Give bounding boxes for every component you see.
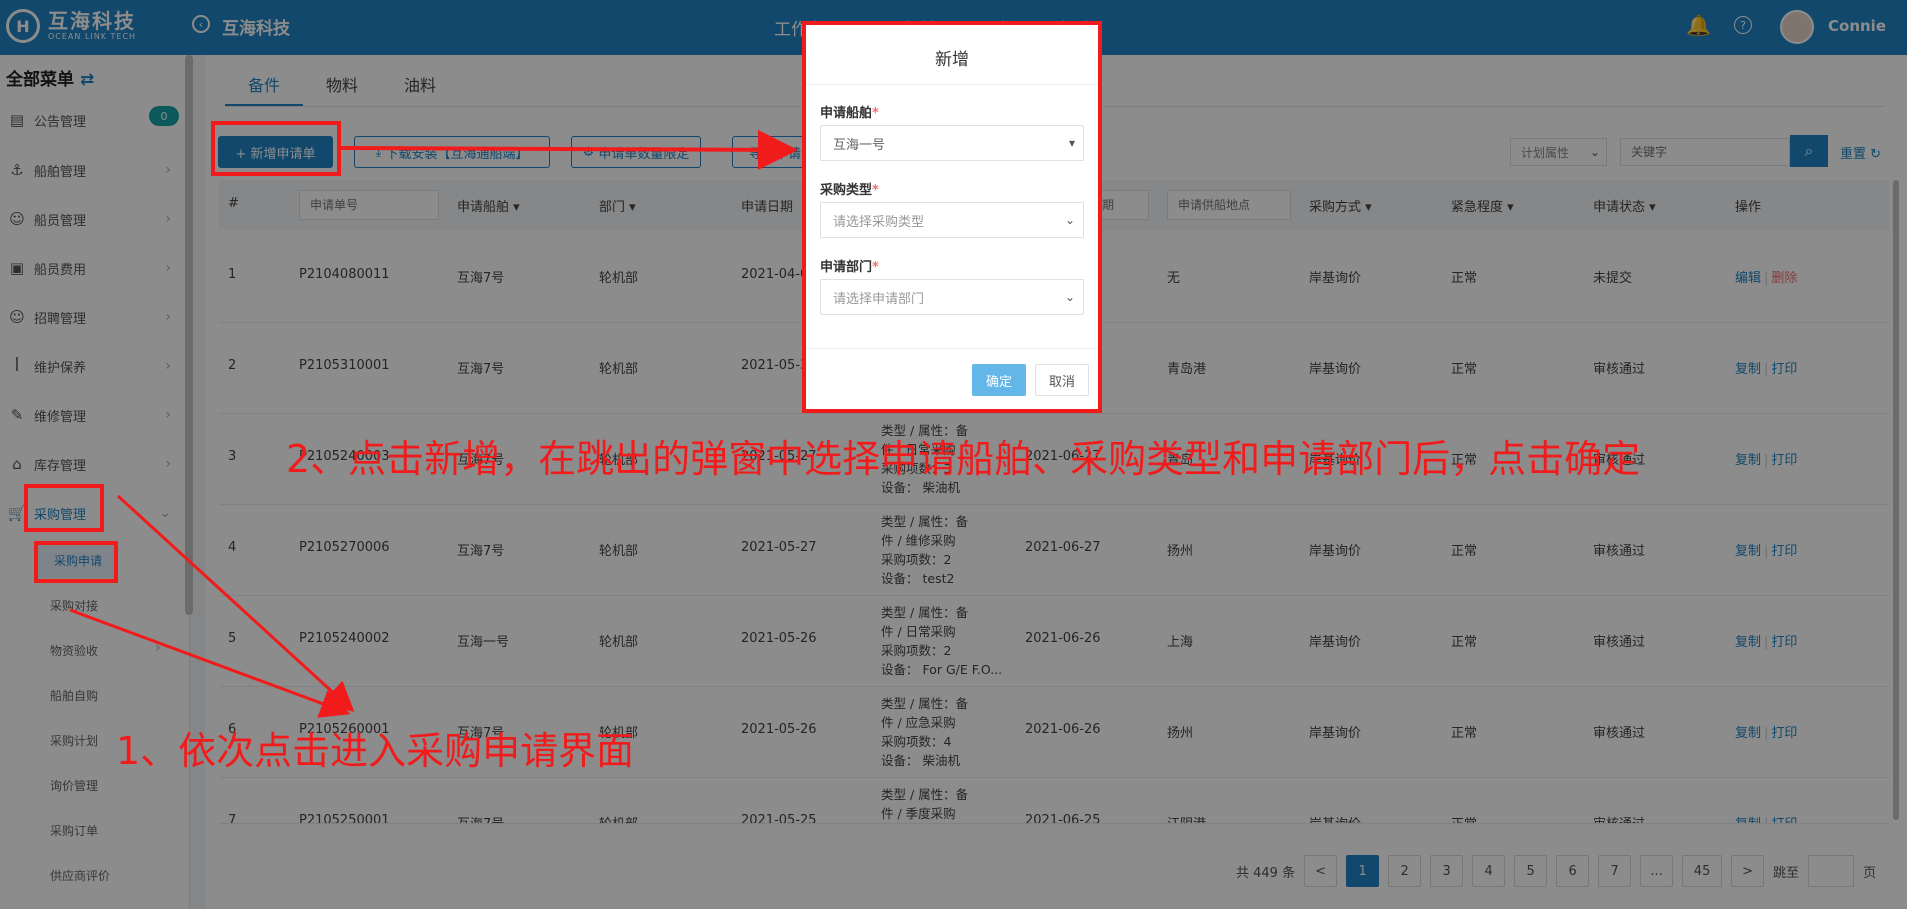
arrow-from-menu (116, 494, 355, 713)
arrow-to-dialog (340, 129, 798, 170)
arrow-from-submenu (69, 608, 351, 718)
annotation-step-2: 2、点击新增，在跳出的弹窗中选择申请船舶、采购类型和申请部门后，点击确定 (286, 437, 1641, 481)
annotation-step-1: 1、依次点击进入采购申请界面 (116, 729, 635, 773)
